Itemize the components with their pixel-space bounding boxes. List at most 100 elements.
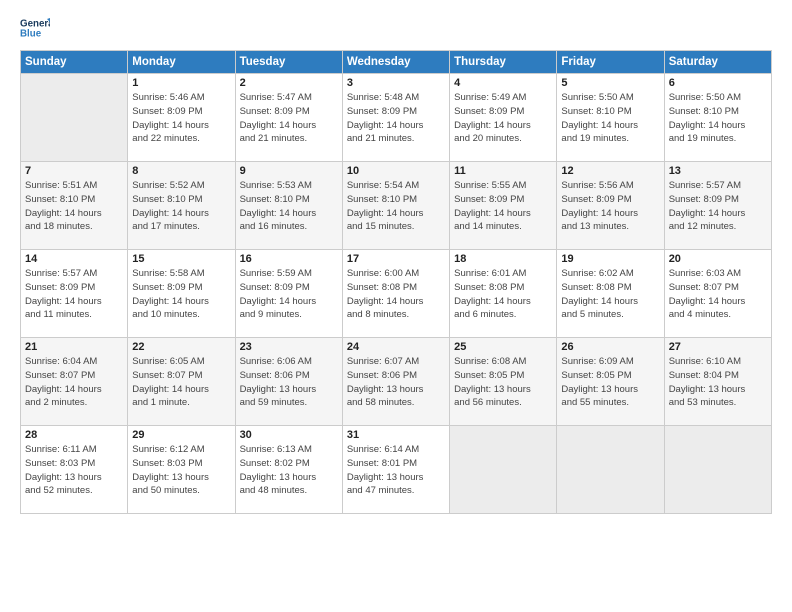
day-number: 5: [561, 77, 659, 89]
calendar-cell: 24 Sunrise: 6:07 AM Sunset: 8:06 PM Dayli…: [342, 338, 449, 426]
calendar-table: SundayMondayTuesdayWednesdayThursdayFrid…: [20, 50, 772, 514]
calendar-cell: 6 Sunrise: 5:50 AM Sunset: 8:10 PM Daylig…: [664, 74, 771, 162]
calendar-cell: [664, 426, 771, 514]
day-info: Sunrise: 6:06 AM Sunset: 8:06 PM Dayligh…: [240, 355, 338, 410]
day-info: Sunrise: 5:51 AM Sunset: 8:10 PM Dayligh…: [25, 179, 123, 234]
calendar-cell: 30Sunrise: 6:13 AM Sunset: 8:02 PM Dayli…: [235, 426, 342, 514]
day-number: 4: [454, 77, 552, 89]
day-info: Sunrise: 6:13 AM Sunset: 8:02 PM Dayligh…: [240, 443, 338, 498]
svg-text:Blue: Blue: [20, 28, 42, 39]
calendar-cell: 14 Sunrise: 5:57 AM Sunset: 8:09 PM Dayli…: [21, 250, 128, 338]
calendar-week-4: 21 Sunrise: 6:04 AM Sunset: 8:07 PM Dayli…: [21, 338, 772, 426]
calendar-cell: [21, 74, 128, 162]
calendar-cell: 13 Sunrise: 5:57 AM Sunset: 8:09 PM Dayli…: [664, 162, 771, 250]
calendar-cell: 16 Sunrise: 5:59 AM Sunset: 8:09 PM Dayli…: [235, 250, 342, 338]
calendar-cell: 3Sunrise: 5:48 AM Sunset: 8:09 PM Daylig…: [342, 74, 449, 162]
day-number: 18: [454, 253, 552, 265]
day-number: 31: [347, 429, 445, 441]
day-number: 29: [132, 429, 230, 441]
calendar-cell: 9Sunrise: 5:53 AM Sunset: 8:10 PM Daylig…: [235, 162, 342, 250]
day-number: 11: [454, 165, 552, 177]
day-number: 23: [240, 341, 338, 353]
day-info: Sunrise: 6:07 AM Sunset: 8:06 PM Dayligh…: [347, 355, 445, 410]
header-friday: Friday: [557, 51, 664, 74]
day-number: 2: [240, 77, 338, 89]
day-info: Sunrise: 5:46 AM Sunset: 8:09 PM Dayligh…: [132, 91, 230, 146]
header-tuesday: Tuesday: [235, 51, 342, 74]
calendar-cell: 2 Sunrise: 5:47 AM Sunset: 8:09 PM Daylig…: [235, 74, 342, 162]
day-number: 12: [561, 165, 659, 177]
calendar-cell: 25Sunrise: 6:08 AM Sunset: 8:05 PM Dayli…: [450, 338, 557, 426]
calendar-week-1: 1 Sunrise: 5:46 AM Sunset: 8:09 PM Daylig…: [21, 74, 772, 162]
day-number: 27: [669, 341, 767, 353]
day-number: 1: [132, 77, 230, 89]
calendar-cell: 26Sunrise: 6:09 AM Sunset: 8:05 PM Dayli…: [557, 338, 664, 426]
day-info: Sunrise: 5:47 AM Sunset: 8:09 PM Dayligh…: [240, 91, 338, 146]
calendar-cell: [450, 426, 557, 514]
header-wednesday: Wednesday: [342, 51, 449, 74]
day-info: Sunrise: 5:59 AM Sunset: 8:09 PM Dayligh…: [240, 267, 338, 322]
day-number: 24: [347, 341, 445, 353]
day-number: 21: [25, 341, 123, 353]
day-number: 20: [669, 253, 767, 265]
header-thursday: Thursday: [450, 51, 557, 74]
day-number: 15: [132, 253, 230, 265]
day-number: 14: [25, 253, 123, 265]
calendar-header-row: SundayMondayTuesdayWednesdayThursdayFrid…: [21, 51, 772, 74]
calendar-cell: 28 Sunrise: 6:11 AM Sunset: 8:03 PM Dayli…: [21, 426, 128, 514]
logo-icon: General Blue: [20, 16, 50, 40]
day-number: 26: [561, 341, 659, 353]
day-info: Sunrise: 6:05 AM Sunset: 8:07 PM Dayligh…: [132, 355, 230, 410]
calendar-cell: 15 Sunrise: 5:58 AM Sunset: 8:09 PM Dayli…: [128, 250, 235, 338]
day-info: Sunrise: 6:04 AM Sunset: 8:07 PM Dayligh…: [25, 355, 123, 410]
day-number: 22: [132, 341, 230, 353]
day-info: Sunrise: 5:49 AM Sunset: 8:09 PM Dayligh…: [454, 91, 552, 146]
logo: General Blue: [20, 16, 50, 40]
calendar-cell: 27 Sunrise: 6:10 AM Sunset: 8:04 PM Dayli…: [664, 338, 771, 426]
calendar-cell: [557, 426, 664, 514]
day-number: 8: [132, 165, 230, 177]
day-number: 17: [347, 253, 445, 265]
calendar-cell: 12 Sunrise: 5:56 AM Sunset: 8:09 PM Dayli…: [557, 162, 664, 250]
day-number: 13: [669, 165, 767, 177]
day-info: Sunrise: 6:14 AM Sunset: 8:01 PM Dayligh…: [347, 443, 445, 498]
calendar-cell: 31 Sunrise: 6:14 AM Sunset: 8:01 PM Dayli…: [342, 426, 449, 514]
day-info: Sunrise: 5:57 AM Sunset: 8:09 PM Dayligh…: [25, 267, 123, 322]
calendar-week-2: 7 Sunrise: 5:51 AM Sunset: 8:10 PM Daylig…: [21, 162, 772, 250]
calendar-cell: 21 Sunrise: 6:04 AM Sunset: 8:07 PM Dayli…: [21, 338, 128, 426]
header-sunday: Sunday: [21, 51, 128, 74]
day-number: 25: [454, 341, 552, 353]
day-info: Sunrise: 5:50 AM Sunset: 8:10 PM Dayligh…: [669, 91, 767, 146]
calendar-cell: 23 Sunrise: 6:06 AM Sunset: 8:06 PM Dayli…: [235, 338, 342, 426]
day-number: 16: [240, 253, 338, 265]
day-info: Sunrise: 5:50 AM Sunset: 8:10 PM Dayligh…: [561, 91, 659, 146]
day-info: Sunrise: 5:58 AM Sunset: 8:09 PM Dayligh…: [132, 267, 230, 322]
header-saturday: Saturday: [664, 51, 771, 74]
day-number: 6: [669, 77, 767, 89]
day-info: Sunrise: 6:10 AM Sunset: 8:04 PM Dayligh…: [669, 355, 767, 410]
calendar-cell: 8Sunrise: 5:52 AM Sunset: 8:10 PM Daylig…: [128, 162, 235, 250]
day-info: Sunrise: 5:55 AM Sunset: 8:09 PM Dayligh…: [454, 179, 552, 234]
day-info: Sunrise: 6:12 AM Sunset: 8:03 PM Dayligh…: [132, 443, 230, 498]
day-info: Sunrise: 6:01 AM Sunset: 8:08 PM Dayligh…: [454, 267, 552, 322]
day-number: 28: [25, 429, 123, 441]
day-number: 10: [347, 165, 445, 177]
calendar-cell: 1 Sunrise: 5:46 AM Sunset: 8:09 PM Daylig…: [128, 74, 235, 162]
day-info: Sunrise: 5:54 AM Sunset: 8:10 PM Dayligh…: [347, 179, 445, 234]
calendar-cell: 19Sunrise: 6:02 AM Sunset: 8:08 PM Dayli…: [557, 250, 664, 338]
calendar-cell: 7 Sunrise: 5:51 AM Sunset: 8:10 PM Daylig…: [21, 162, 128, 250]
calendar-week-5: 28 Sunrise: 6:11 AM Sunset: 8:03 PM Dayli…: [21, 426, 772, 514]
calendar-cell: 4 Sunrise: 5:49 AM Sunset: 8:09 PM Daylig…: [450, 74, 557, 162]
day-info: Sunrise: 6:00 AM Sunset: 8:08 PM Dayligh…: [347, 267, 445, 322]
day-number: 7: [25, 165, 123, 177]
calendar-cell: 20Sunrise: 6:03 AM Sunset: 8:07 PM Dayli…: [664, 250, 771, 338]
day-info: Sunrise: 5:57 AM Sunset: 8:09 PM Dayligh…: [669, 179, 767, 234]
day-number: 3: [347, 77, 445, 89]
calendar-week-3: 14 Sunrise: 5:57 AM Sunset: 8:09 PM Dayli…: [21, 250, 772, 338]
day-info: Sunrise: 5:56 AM Sunset: 8:09 PM Dayligh…: [561, 179, 659, 234]
calendar-cell: 5 Sunrise: 5:50 AM Sunset: 8:10 PM Daylig…: [557, 74, 664, 162]
day-info: Sunrise: 6:11 AM Sunset: 8:03 PM Dayligh…: [25, 443, 123, 498]
day-info: Sunrise: 6:02 AM Sunset: 8:08 PM Dayligh…: [561, 267, 659, 322]
day-number: 9: [240, 165, 338, 177]
calendar-cell: 22 Sunrise: 6:05 AM Sunset: 8:07 PM Dayli…: [128, 338, 235, 426]
